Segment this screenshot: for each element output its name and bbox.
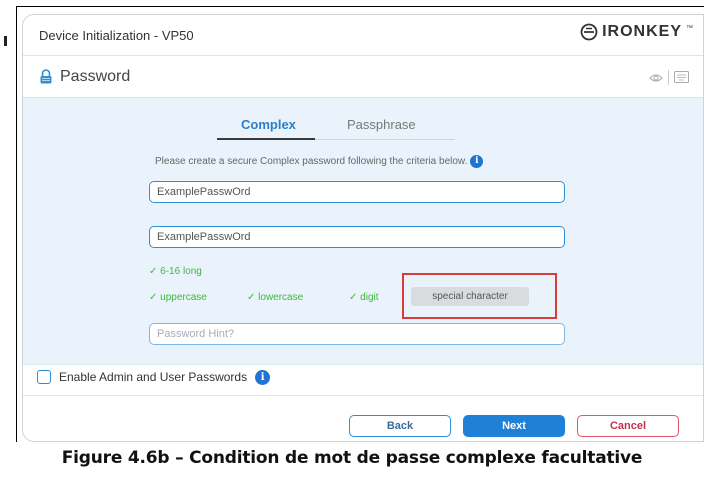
confirm-password-input[interactable] [149,226,565,248]
brand-name: IRONKEY [602,23,682,40]
info-icon[interactable]: i [255,369,271,385]
ironkey-logo: IRONKEY ™ [580,23,693,41]
ironkey-logo-icon [580,23,598,41]
criteria-lowercase: ✓ lowercase [247,292,304,303]
criteria-length: ✓ 6-16 long [149,266,202,277]
side-mark [4,36,7,46]
figure-frame-left [16,6,17,442]
tab-baseline [315,139,455,140]
toolbar-divider [668,70,669,85]
back-button[interactable]: Back [349,415,451,437]
criteria-digit: ✓ digit [349,292,379,303]
tab-complex[interactable]: Complex [241,117,296,132]
trademark-mark: ™ [686,25,693,32]
figure-frame-top [16,6,704,7]
enable-admin-user-checkbox[interactable] [37,370,51,384]
title-divider [23,55,703,56]
tab-passphrase[interactable]: Passphrase [347,117,416,132]
title-bar: Device Initialization - VP50 IRONKEY ™ [23,15,703,55]
password-hint-input[interactable] [149,323,565,345]
keyboard-icon[interactable] [674,71,689,83]
device-init-window: Device Initialization - VP50 IRONKEY ™ P… [22,14,704,442]
password-input[interactable] [149,181,565,203]
window-title: Device Initialization - VP50 [39,28,194,43]
lock-icon [40,69,52,84]
password-panel: Complex Passphrase Please create a secur… [23,97,703,365]
instructions: Please create a secure Complex password … [155,155,484,168]
enable-admin-user-label: Enable Admin and User Passwords [59,370,248,384]
footer-divider [23,395,703,396]
info-icon[interactable]: i [470,155,484,168]
enable-admin-user-option: Enable Admin and User Passwords i [37,367,271,387]
cancel-button[interactable]: Cancel [577,415,679,437]
instructions-text: Please create a secure Complex password … [155,156,468,168]
section-header: Password [23,57,703,97]
figure-caption: Figure 4.6b – Condition de mot de passe … [61,448,643,468]
eye-icon[interactable] [649,73,663,83]
section-title: Password [60,68,131,85]
active-tab-indicator [217,138,315,140]
next-button[interactable]: Next [463,415,565,437]
criteria-uppercase: ✓ uppercase [149,292,207,303]
criteria-special-character: special character [411,287,529,306]
